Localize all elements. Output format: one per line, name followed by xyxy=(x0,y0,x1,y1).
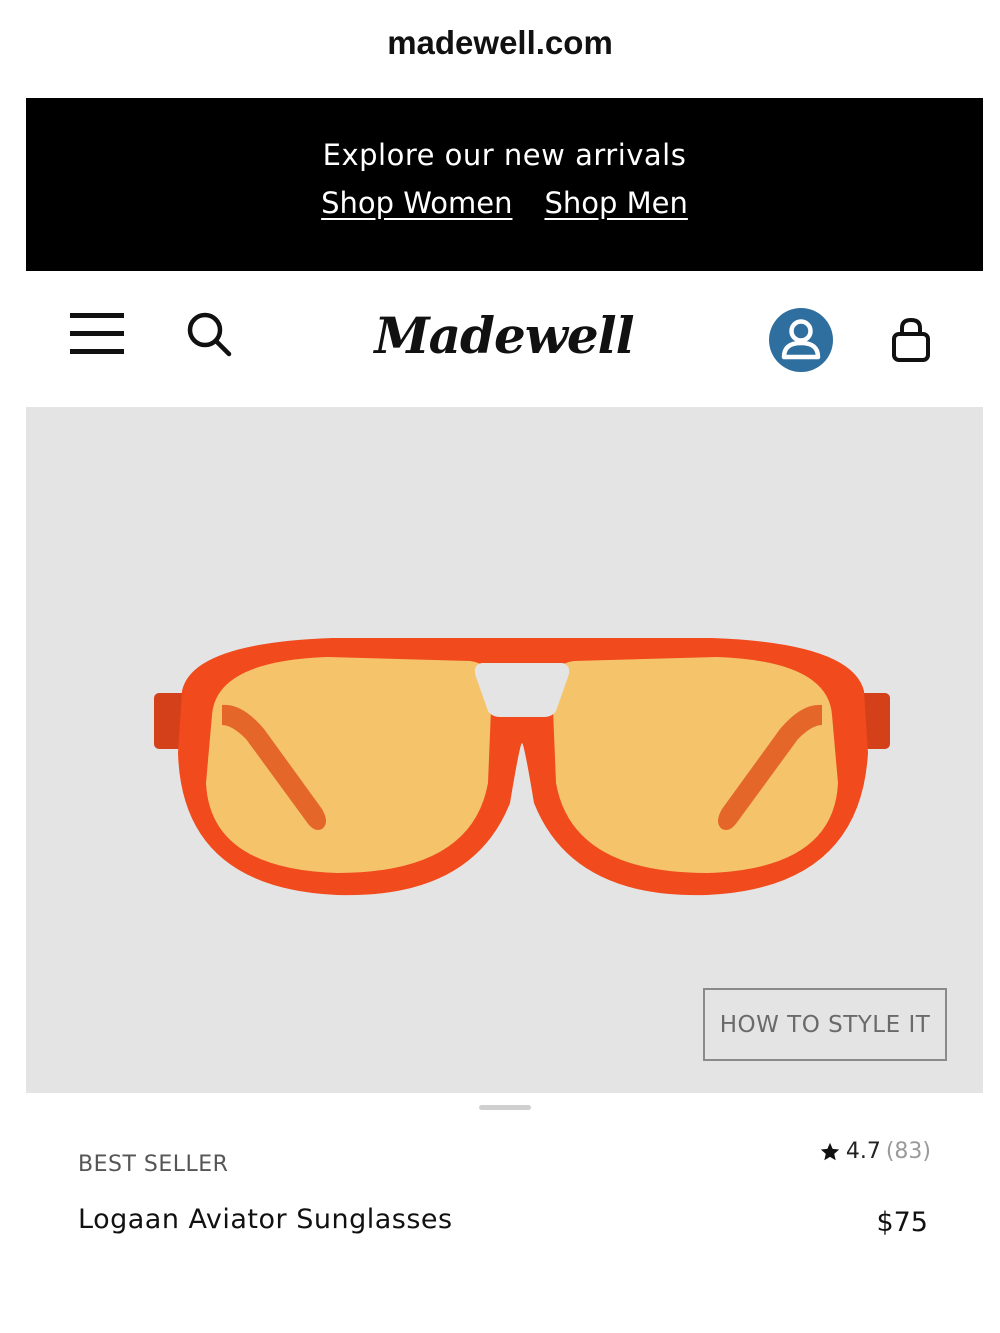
browser-url-bar[interactable]: madewell.com xyxy=(0,0,1000,98)
bag-icon[interactable] xyxy=(888,315,934,365)
rating-value: 4.7 xyxy=(845,1139,881,1164)
page: madewell.com Explore our new arrivals Sh… xyxy=(0,0,1000,1333)
product-price: $75 xyxy=(876,1207,928,1238)
url-text: madewell.com xyxy=(387,24,613,61)
product-title: Logaan Aviator Sunglasses xyxy=(78,1204,453,1235)
search-icon[interactable] xyxy=(184,309,234,359)
shop-men-link[interactable]: Shop Men xyxy=(544,186,687,220)
shop-women-link[interactable]: Shop Women xyxy=(321,186,512,220)
menu-icon[interactable] xyxy=(66,307,128,361)
star-icon xyxy=(820,1142,839,1160)
promo-banner: Explore our new arrivals Shop Women Shop… xyxy=(26,98,983,271)
product-details: BEST SELLER Logaan Aviator Sunglasses 4.… xyxy=(26,1093,983,1333)
account-icon[interactable] xyxy=(768,307,834,373)
review-count: (83) xyxy=(885,1139,931,1164)
product-image[interactable]: HOW TO STYLE IT xyxy=(26,407,983,1093)
how-to-style-button[interactable]: HOW TO STYLE IT xyxy=(703,988,947,1061)
promo-links: Shop Women Shop Men xyxy=(26,186,983,220)
product-rating[interactable]: 4.7 (83) xyxy=(819,1139,931,1164)
madewell-logo[interactable]: Madewell xyxy=(374,293,634,377)
left-lens xyxy=(206,657,492,873)
drag-handle[interactable] xyxy=(479,1105,531,1110)
right-lens xyxy=(552,657,838,873)
best-seller-badge: BEST SELLER xyxy=(78,1152,229,1177)
bridge-cutout xyxy=(474,663,570,717)
site-header: Madewell xyxy=(26,271,983,407)
promo-text: Explore our new arrivals xyxy=(322,138,687,172)
sunglasses-image xyxy=(154,638,890,896)
